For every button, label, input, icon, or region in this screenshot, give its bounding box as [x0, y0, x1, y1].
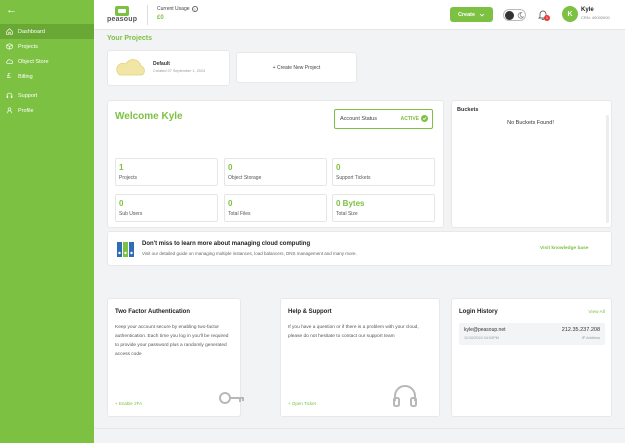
current-usage-label: Current Usage ? [157, 6, 198, 12]
check-icon [421, 115, 428, 122]
sidebar-item-label: Projects [18, 43, 38, 50]
account-status-value: ACTIVE [400, 115, 419, 122]
login-history-card: Login History View All kyle@peasoup.net … [451, 298, 612, 417]
knowledge-title: Don't miss to learn more about managing … [142, 241, 311, 247]
create-button-label: Create [457, 11, 476, 18]
sidebar-item-projects[interactable]: Projects [0, 39, 94, 54]
pound-icon: £ [7, 73, 11, 80]
sidebar-item-label: Dashboard [18, 28, 45, 35]
books-icon [117, 242, 134, 257]
buckets-title: Buckets [457, 107, 479, 113]
account-status-label: Account Status [340, 116, 377, 122]
project-created-date: Created 07 September 1, 2024 [153, 69, 206, 73]
sidebar-item-support[interactable]: Support [0, 88, 94, 103]
stat-value: 0 [228, 163, 233, 172]
stat-label: Sub Users [119, 211, 143, 217]
two-factor-description: Keep your account secure by enabling two… [115, 325, 229, 357]
help-support-card: Help & Support If you have a question or… [280, 298, 440, 417]
stat-support-tickets[interactable]: 0 Support Tickets [332, 158, 435, 186]
stat-total-files[interactable]: 0 Total Files [224, 194, 327, 222]
status-badge: ACTIVE [401, 115, 428, 122]
cloud-icon [5, 58, 13, 66]
login-ip-label: IP Address [581, 336, 600, 340]
logo-text: peasoup [107, 16, 138, 23]
help-support-description: If you have a question or if there is a … [288, 325, 419, 339]
peasoup-logo[interactable]: peasoup [107, 6, 141, 24]
create-new-project-button[interactable]: + Create New Project [236, 52, 357, 83]
stat-sub-users[interactable]: 0 Sub Users [115, 194, 218, 222]
sidebar-item-label: Billing [18, 73, 33, 80]
user-name: Kyle [581, 7, 594, 13]
welcome-card: Welcome Kyle Account Status ACTIVE 1 Pro… [107, 100, 444, 228]
two-factor-card: Two Factor Authentication Keep your acco… [107, 298, 244, 417]
sidebar-item-profile[interactable]: Profile [0, 103, 94, 118]
headset-icon [5, 92, 13, 100]
stat-label: Projects [119, 175, 138, 181]
sidebar-item-label: Profile [18, 107, 34, 114]
divider [147, 5, 148, 25]
help-support-title: Help & Support [288, 309, 332, 315]
headset-icon [393, 385, 417, 407]
sidebar-item-dashboard[interactable]: Dashboard [0, 24, 94, 39]
knowledge-banner: Don't miss to learn more about managing … [107, 231, 612, 266]
theme-toggle[interactable] [503, 9, 526, 21]
enable-2fa-link[interactable]: + Enable 2FA [115, 401, 142, 406]
stat-object-storage[interactable]: 0 Object Storage [224, 158, 327, 186]
two-factor-title: Two Factor Authentication [115, 309, 190, 315]
current-usage-value: £0 [157, 15, 164, 21]
stat-label: Total Files [228, 211, 251, 217]
login-ip: 212.35.237.208 [561, 327, 600, 333]
stat-label: Total Size [336, 211, 358, 217]
stat-projects[interactable]: 1 Projects [115, 158, 218, 186]
no-buckets-message: No Buckets Found! [507, 120, 554, 126]
avatar[interactable]: K [562, 6, 578, 22]
stat-label: Object Storage [228, 175, 262, 181]
knowledge-description: Visit our detailed guide on managing mul… [142, 251, 357, 256]
buckets-scrollbar[interactable] [606, 115, 609, 223]
top-bar: peasoup Current Usage ? £0 Create 1 K Ky… [94, 0, 625, 30]
key-icon [219, 392, 244, 404]
welcome-title: Welcome Kyle [115, 111, 183, 122]
project-card-default[interactable]: Default Created 07 September 1, 2024 [107, 50, 230, 86]
stat-total-size[interactable]: 0 Bytes Total Size [332, 194, 435, 222]
user-id: CRN: 40000000 [581, 15, 610, 20]
project-name: Default [153, 61, 170, 67]
stat-value: 0 [336, 163, 341, 172]
account-status-box: Account Status ACTIVE [334, 109, 433, 129]
chevron-down-icon [479, 13, 485, 16]
stat-value: 0 [228, 199, 233, 208]
usage-label-text: Current Usage [157, 6, 190, 12]
user-icon [5, 107, 13, 115]
stat-value: 0 [119, 199, 124, 208]
sidebar-item-object-store[interactable]: Object Store [0, 54, 94, 69]
login-time: 11/10/2024 04:53PM [464, 336, 499, 340]
visit-knowledge-base-link[interactable]: Visit knowledge base [540, 246, 588, 251]
sidebar-item-billing[interactable]: £ Billing [0, 69, 94, 84]
stat-value: 1 [119, 163, 124, 172]
login-history-title: Login History [459, 309, 498, 315]
your-projects-title: Your Projects [107, 35, 152, 42]
create-button[interactable]: Create [450, 7, 493, 22]
view-all-link[interactable]: View All [588, 310, 605, 315]
footer-strip [94, 428, 625, 443]
home-icon [5, 28, 13, 36]
notification-badge: 1 [544, 15, 550, 21]
back-arrow-icon[interactable]: ← [6, 4, 17, 16]
sidebar-item-label: Support [18, 92, 38, 99]
buckets-card: Buckets No Buckets Found! [451, 100, 612, 228]
cloud-icon [116, 59, 145, 76]
question-icon[interactable]: ? [191, 6, 198, 12]
sidebar: ← Dashboard Projects Object Store £ Bill… [0, 0, 94, 443]
logo-mark-icon [115, 6, 129, 16]
list-item: kyle@peasoup.net 11/10/2024 04:53PM 212.… [459, 323, 605, 345]
login-email: kyle@peasoup.net [464, 327, 506, 333]
sun-icon [505, 11, 514, 20]
sidebar-item-label: Object Store [18, 58, 49, 65]
moon-icon [517, 12, 524, 19]
stat-value: 0 Bytes [336, 199, 365, 208]
cube-icon [5, 43, 13, 51]
stat-label: Support Tickets [336, 175, 371, 181]
open-ticket-link[interactable]: + Open Ticket [288, 401, 316, 406]
